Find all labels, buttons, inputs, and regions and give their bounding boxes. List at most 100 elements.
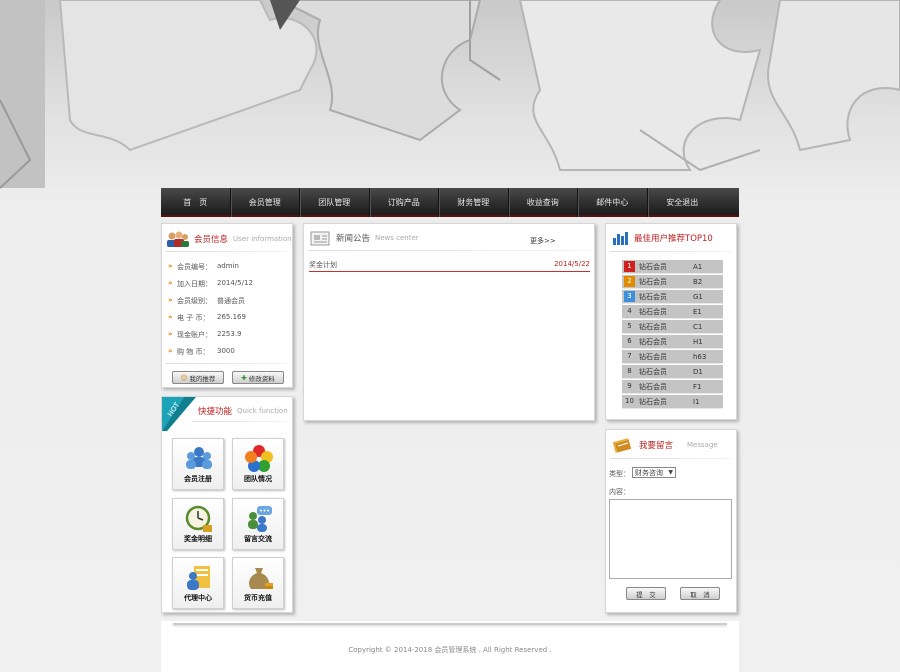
member-info-panel: 会员信息 User information » 会员编号： admin » 加入… bbox=[161, 223, 293, 388]
nav-item-member-management[interactable]: 会员管理 bbox=[231, 188, 300, 217]
divider bbox=[166, 363, 288, 364]
member-register-button[interactable]: 会员注册 bbox=[172, 438, 224, 490]
quick-function-title-en: Quick function bbox=[237, 407, 288, 415]
message-exchange-button[interactable]: 留言交流 bbox=[232, 498, 284, 550]
info-value: 2253.9 bbox=[217, 330, 242, 338]
nav-item-home[interactable]: 首 页 bbox=[161, 188, 231, 217]
nav-item-team-management[interactable]: 团队管理 bbox=[300, 188, 370, 217]
team-flower-icon bbox=[245, 445, 273, 472]
rank-member-level: 钻石会员 bbox=[639, 367, 667, 376]
arrow-icon: » bbox=[168, 262, 173, 270]
news-item-title[interactable]: 奖金计划 bbox=[309, 260, 337, 271]
content-label: 内容： bbox=[609, 488, 630, 496]
member-info-title-zh: 会员信息 bbox=[194, 235, 229, 245]
message-title-zh: 我要留言 bbox=[639, 441, 674, 451]
rank-number: 2 bbox=[624, 276, 635, 287]
rank-member-level: 钻石会员 bbox=[639, 292, 667, 301]
message-title-en: Message bbox=[687, 441, 718, 449]
info-label: 会员编号： bbox=[177, 263, 212, 271]
type-select-value: 财务咨询 bbox=[635, 468, 663, 477]
info-row-shopping-currency: » 购 物 币： 3000 bbox=[168, 347, 235, 357]
news-title-zh: 新闻公告 bbox=[336, 234, 371, 244]
rank-number: 1 bbox=[624, 261, 635, 272]
info-row-member-level: » 会员级别： 普通会员 bbox=[168, 296, 245, 306]
rank-member-level: 钻石会员 bbox=[639, 322, 667, 331]
top10-row: 9 钻石会员 F1 bbox=[622, 380, 723, 394]
rank-user-id: G1 bbox=[693, 292, 703, 301]
arrow-icon: » bbox=[168, 296, 173, 304]
top10-row: 5 钻石会员 C1 bbox=[622, 320, 723, 334]
news-more-link[interactable]: 更多>> bbox=[530, 236, 556, 246]
member-register-label: 会员注册 bbox=[184, 475, 212, 483]
rank-user-id: A1 bbox=[693, 262, 703, 271]
divider bbox=[610, 251, 732, 252]
referral-icon: ☺ bbox=[180, 373, 188, 382]
message-panel: 我要留言 Message 类型： 财务咨询 ▼ 内容： 提 交 取 消 bbox=[605, 429, 737, 613]
quick-function-panel: HOT 快捷功能 Quick function 会员注册 团队情况 奖金明细 留… bbox=[161, 396, 293, 613]
info-label: 电 子 币： bbox=[177, 314, 210, 322]
divider bbox=[166, 251, 288, 252]
chevron-down-icon: ▼ bbox=[668, 469, 673, 476]
team-status-label: 团队情况 bbox=[244, 475, 272, 483]
bonus-details-label: 奖金明细 bbox=[184, 535, 212, 543]
message-exchange-label: 留言交流 bbox=[244, 535, 272, 543]
nav-item-order-products[interactable]: 订购产品 bbox=[370, 188, 439, 217]
rank-user-id: E1 bbox=[693, 307, 702, 316]
my-referrals-label: 我的推荐 bbox=[189, 374, 216, 383]
divider bbox=[610, 458, 732, 459]
agent-center-label: 代理中心 bbox=[184, 594, 212, 602]
main-container: 首 页 会员管理 团队管理 订购产品 财务管理 收益查询 邮件中心 安全退出 会… bbox=[161, 188, 739, 672]
top-nav: 首 页 会员管理 团队管理 订购产品 财务管理 收益查询 邮件中心 安全退出 bbox=[161, 188, 739, 217]
arrow-icon: » bbox=[168, 330, 173, 338]
nav-item-mail[interactable]: 邮件中心 bbox=[578, 188, 648, 217]
type-select[interactable]: 财务咨询 ▼ bbox=[632, 467, 676, 478]
agent-center-button[interactable]: 代理中心 bbox=[172, 557, 224, 609]
info-value: 3000 bbox=[217, 347, 235, 355]
top10-panel: 最佳用户推荐TOP10 1 钻石会员 A1 2 钻石会员 B2 3 钻石会员 G1 4 钻石会员 E1… bbox=[605, 223, 737, 420]
info-value: admin bbox=[217, 262, 239, 270]
top10-row: 6 钻石会员 H1 bbox=[622, 335, 723, 349]
users-icon bbox=[167, 231, 189, 247]
arrow-icon: » bbox=[168, 347, 173, 355]
cancel-button[interactable]: 取 消 bbox=[680, 587, 720, 600]
quick-function-title-zh: 快捷功能 bbox=[198, 407, 233, 417]
edit-profile-label: 修改资料 bbox=[248, 374, 275, 383]
rank-member-level: 钻石会员 bbox=[639, 382, 667, 391]
rank-member-level: 钻石会员 bbox=[639, 352, 667, 361]
rank-user-id: F1 bbox=[693, 382, 702, 391]
info-label: 购 物 币： bbox=[177, 348, 210, 356]
rank-number: 4 bbox=[627, 307, 632, 315]
rank-number: 8 bbox=[627, 367, 632, 375]
content-textarea[interactable] bbox=[609, 499, 732, 579]
clock-icon bbox=[185, 505, 212, 532]
rank-user-id: h63 bbox=[693, 352, 707, 361]
currency-recharge-button[interactable]: 货币充值 bbox=[232, 557, 284, 609]
team-status-button[interactable]: 团队情况 bbox=[232, 438, 284, 490]
top10-row: 1 钻石会员 A1 bbox=[622, 260, 723, 274]
footer: Copyright © 2014-2018 会员管理系统 . All Right… bbox=[161, 621, 739, 672]
news-item: 奖金计划 2014/5/22 bbox=[309, 260, 590, 272]
info-label: 会员级别： bbox=[177, 297, 212, 305]
top10-title-text: 最佳用户推荐TOP10 bbox=[634, 234, 713, 244]
rank-user-id: B2 bbox=[693, 277, 703, 286]
nav-item-finance[interactable]: 财务管理 bbox=[439, 188, 509, 217]
info-row-cash-account: » 现金账户： 2253.9 bbox=[168, 330, 242, 340]
member-info-title-en: User information bbox=[233, 235, 292, 243]
info-row-e-currency: » 电 子 币： 265.169 bbox=[168, 313, 246, 323]
news-item-date: 2014/5/22 bbox=[554, 260, 590, 268]
rank-member-level: 钻石会员 bbox=[639, 307, 667, 316]
top10-row: 7 钻石会员 h63 bbox=[622, 350, 723, 364]
rank-member-level: 钻石会员 bbox=[639, 397, 667, 406]
nav-item-income[interactable]: 收益查询 bbox=[509, 188, 578, 217]
edit-profile-button[interactable]: ✚ 修改资料 bbox=[232, 371, 284, 384]
agent-center-icon bbox=[187, 566, 210, 590]
nav-item-logout[interactable]: 安全退出 bbox=[648, 188, 718, 217]
rank-user-id: H1 bbox=[693, 337, 703, 346]
submit-button[interactable]: 提 交 bbox=[626, 587, 666, 600]
top10-title: 最佳用户推荐TOP10 bbox=[612, 230, 713, 246]
quick-function-title: 快捷功能 Quick function bbox=[198, 405, 288, 417]
rank-member-level: 钻石会员 bbox=[639, 337, 667, 346]
my-referrals-button[interactable]: ☺ 我的推荐 bbox=[172, 371, 224, 384]
copyright-text: Copyright © 2014-2018 会员管理系统 . All Right… bbox=[348, 646, 552, 654]
bonus-details-button[interactable]: 奖金明细 bbox=[172, 498, 224, 550]
